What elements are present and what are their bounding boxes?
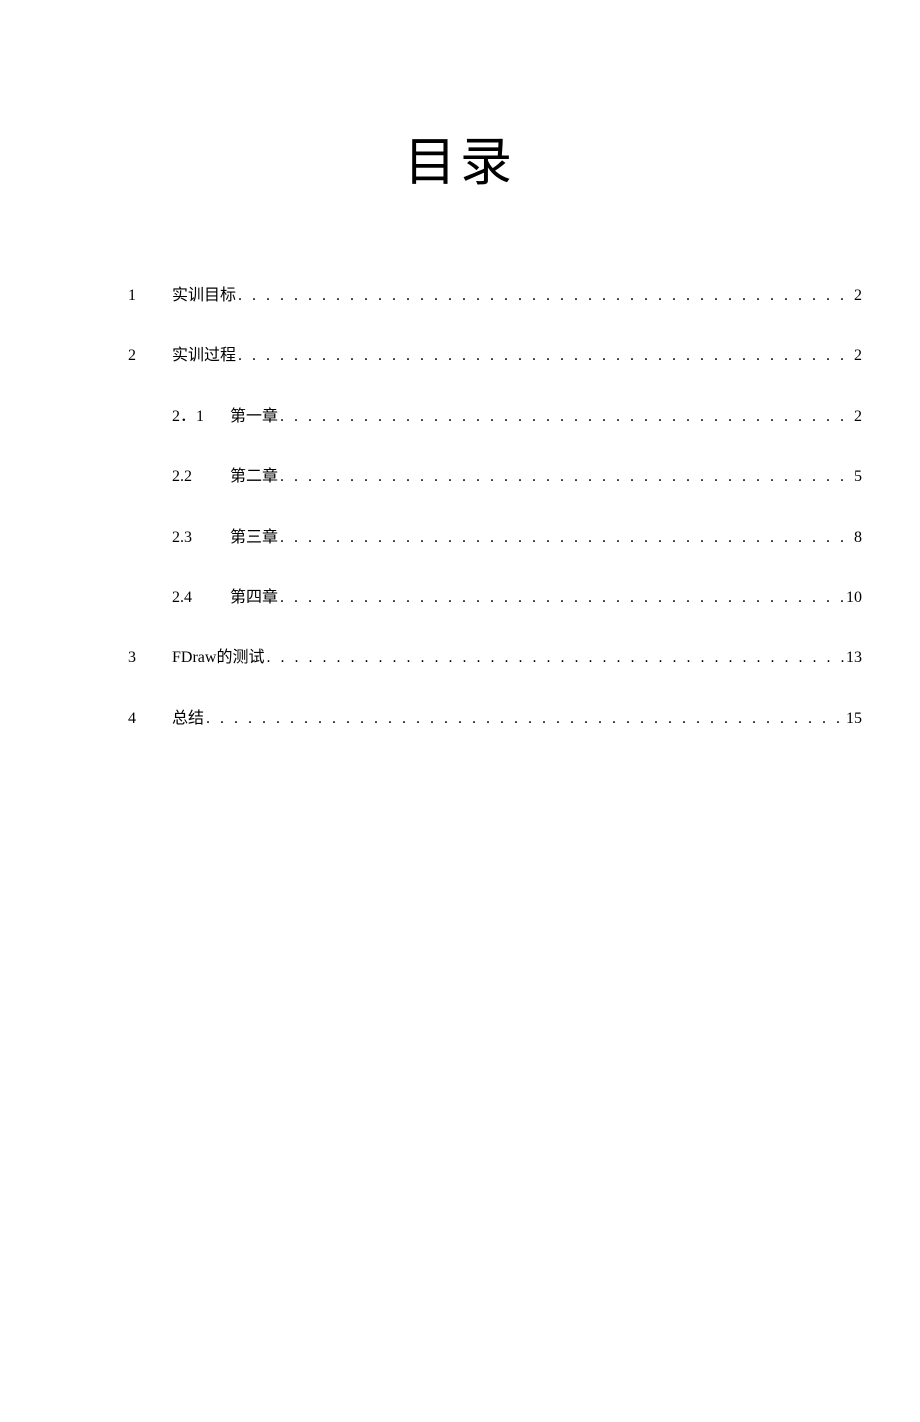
toc-page: 2 <box>852 345 862 367</box>
toc-entry: 2.4 第四章 10 <box>128 587 862 609</box>
toc-leader <box>264 647 844 669</box>
toc-leader <box>278 587 844 609</box>
toc-page: 5 <box>852 466 862 488</box>
toc-label: 第四章 <box>230 587 278 609</box>
toc-label: 第二章 <box>230 466 278 488</box>
toc-page: 8 <box>852 527 862 549</box>
toc-number: 2.2 <box>172 466 230 488</box>
toc-entry: 4 总结 15 <box>128 708 862 730</box>
toc-number: 2.3 <box>172 527 230 549</box>
toc-label: FDraw的测试 <box>172 647 264 669</box>
toc-leader <box>278 466 852 488</box>
toc-label: 总结 <box>172 708 204 730</box>
toc-label: 实训过程 <box>172 345 236 367</box>
toc-page: 15 <box>844 708 862 730</box>
toc-label: 第一章 <box>230 406 278 428</box>
toc-leader <box>204 708 844 730</box>
toc-leader <box>278 406 852 428</box>
toc-page: 10 <box>844 587 862 609</box>
page-title: 目录 <box>0 120 920 195</box>
toc-leader <box>236 285 852 307</box>
toc-label: 实训目标 <box>172 285 236 307</box>
toc-entry: 2．1 第一章 2 <box>128 406 862 428</box>
toc-page: 13 <box>844 647 862 669</box>
toc-entry: 1 实训目标 2 <box>128 285 862 307</box>
toc-number: 2 <box>128 345 172 367</box>
toc-page: 2 <box>852 406 862 428</box>
toc-entry: 2.2 第二章 5 <box>128 466 862 488</box>
toc-number: 3 <box>128 647 172 669</box>
toc-entry: 2.3 第三章 8 <box>128 527 862 549</box>
toc-number: 1 <box>128 285 172 307</box>
toc-entry: 2 实训过程 2 <box>128 345 862 367</box>
toc-number: 2.4 <box>172 587 230 609</box>
toc-leader <box>278 527 852 549</box>
toc-entry: 3 FDraw的测试 13 <box>128 647 862 669</box>
toc-number: 2．1 <box>172 406 230 428</box>
toc-leader <box>236 345 852 367</box>
table-of-contents: 1 实训目标 2 2 实训过程 2 2．1 第一章 2 2.2 第二章 5 2.… <box>0 285 920 730</box>
toc-number: 4 <box>128 708 172 730</box>
toc-page: 2 <box>852 285 862 307</box>
toc-label: 第三章 <box>230 527 278 549</box>
